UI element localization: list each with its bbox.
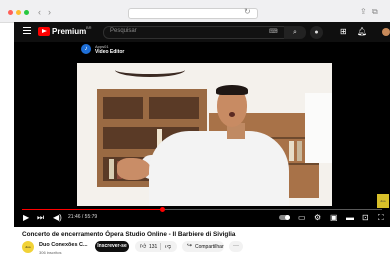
search-placeholder: Pesquisar [110,28,137,34]
create-video-icon[interactable]: ⊞ [340,27,347,36]
search-icon: ⌕ [293,29,297,36]
video-player[interactable]: ♪ Apps01 Video Editor duo ▶ ⏭ ◀) 21:46 /… [14,42,390,227]
singer-shirt [149,131,289,206]
theater-mode-icon[interactable]: ▬ [346,213,354,223]
progress-scrubber[interactable] [160,207,166,212]
progress-fill [22,209,163,210]
thumbs-up-icon[interactable]: 👍︎ [140,242,146,250]
channel-watermark-icon[interactable]: ♪ [81,44,91,54]
like-count[interactable]: 131 [149,244,157,250]
window-light [305,93,332,163]
ceiling-lamp [115,63,185,77]
search-button[interactable]: ⌕ [284,26,306,39]
singer-hand [117,158,151,180]
brand-label[interactable]: Premium [52,27,86,36]
next-icon[interactable]: ⏭ [37,213,44,223]
browser-toolbar: ‹ › ↻ ⇪ ⧉ [0,0,390,23]
minimize-window-dot[interactable] [16,10,21,15]
volume-icon[interactable]: ◀) [53,213,62,223]
region-label: BR [86,25,92,30]
menu-icon[interactable] [23,27,31,36]
notifications-bell-icon[interactable]: 🔔︎ [357,27,367,36]
reload-icon[interactable]: ↻ [244,7,251,16]
like-divider [160,243,161,250]
share-button[interactable]: ↪ Compartilhar [182,241,224,252]
chevron-right-icon[interactable]: › [48,7,51,17]
progress-bar[interactable] [22,207,382,212]
share-arrow-icon: ↪ [187,243,193,249]
singer-mouth [229,112,235,117]
search-input[interactable]: Pesquisar ⌨ [103,26,285,39]
voice-search-button[interactable]: ● [310,26,323,39]
zoom-window-dot[interactable] [24,10,29,15]
address-bar[interactable] [128,8,258,19]
subtitles-icon[interactable]: ▭ [298,213,306,223]
fullscreen-icon[interactable]: ⛶ [378,213,384,223]
video-title: Concerto de encerramento Ópera Studio On… [22,231,236,238]
cast-icon[interactable]: ⊡ [362,213,369,223]
time-display: 21:46 / 55:79 [68,214,98,220]
subscriber-count: 306 inscritos [39,250,62,255]
close-window-dot[interactable] [8,10,13,15]
play-icon[interactable]: ▶ [23,213,29,223]
more-actions-button[interactable]: ··· [229,241,243,252]
microphone-icon: ● [314,29,319,36]
channel-name[interactable]: Duo Conexões C... [39,242,88,248]
share-label: Compartilhar [195,244,224,250]
tabs-overview-icon[interactable]: ⧉ [372,7,378,17]
youtube-header: Premium BR Pesquisar ⌨ ⌕ ● ⊞ 🔔︎ [14,22,390,42]
like-dislike-group: 👍︎ 131 👎︎ [135,241,177,252]
watermark-title: Video Editor [95,49,125,55]
video-frame[interactable] [77,63,332,206]
channel-avatar[interactable]: duo [22,241,34,253]
settings-gear-icon[interactable]: ⚙ [314,213,321,223]
share-page-icon[interactable]: ⇪ [360,7,367,16]
singer-hair [216,85,248,95]
channel-branding-badge[interactable]: duo [377,194,389,208]
thumbs-down-icon[interactable]: 👎︎ [165,242,171,250]
keyboard-icon[interactable]: ⌨ [269,28,278,35]
miniplayer-icon[interactable]: ▣ [330,213,338,223]
subscribe-button[interactable]: Inscrever-se [95,241,129,252]
chevron-left-icon[interactable]: ‹ [38,7,41,17]
youtube-logo-icon[interactable] [38,27,50,36]
account-avatar[interactable] [382,28,390,36]
autoplay-toggle[interactable] [279,215,290,220]
